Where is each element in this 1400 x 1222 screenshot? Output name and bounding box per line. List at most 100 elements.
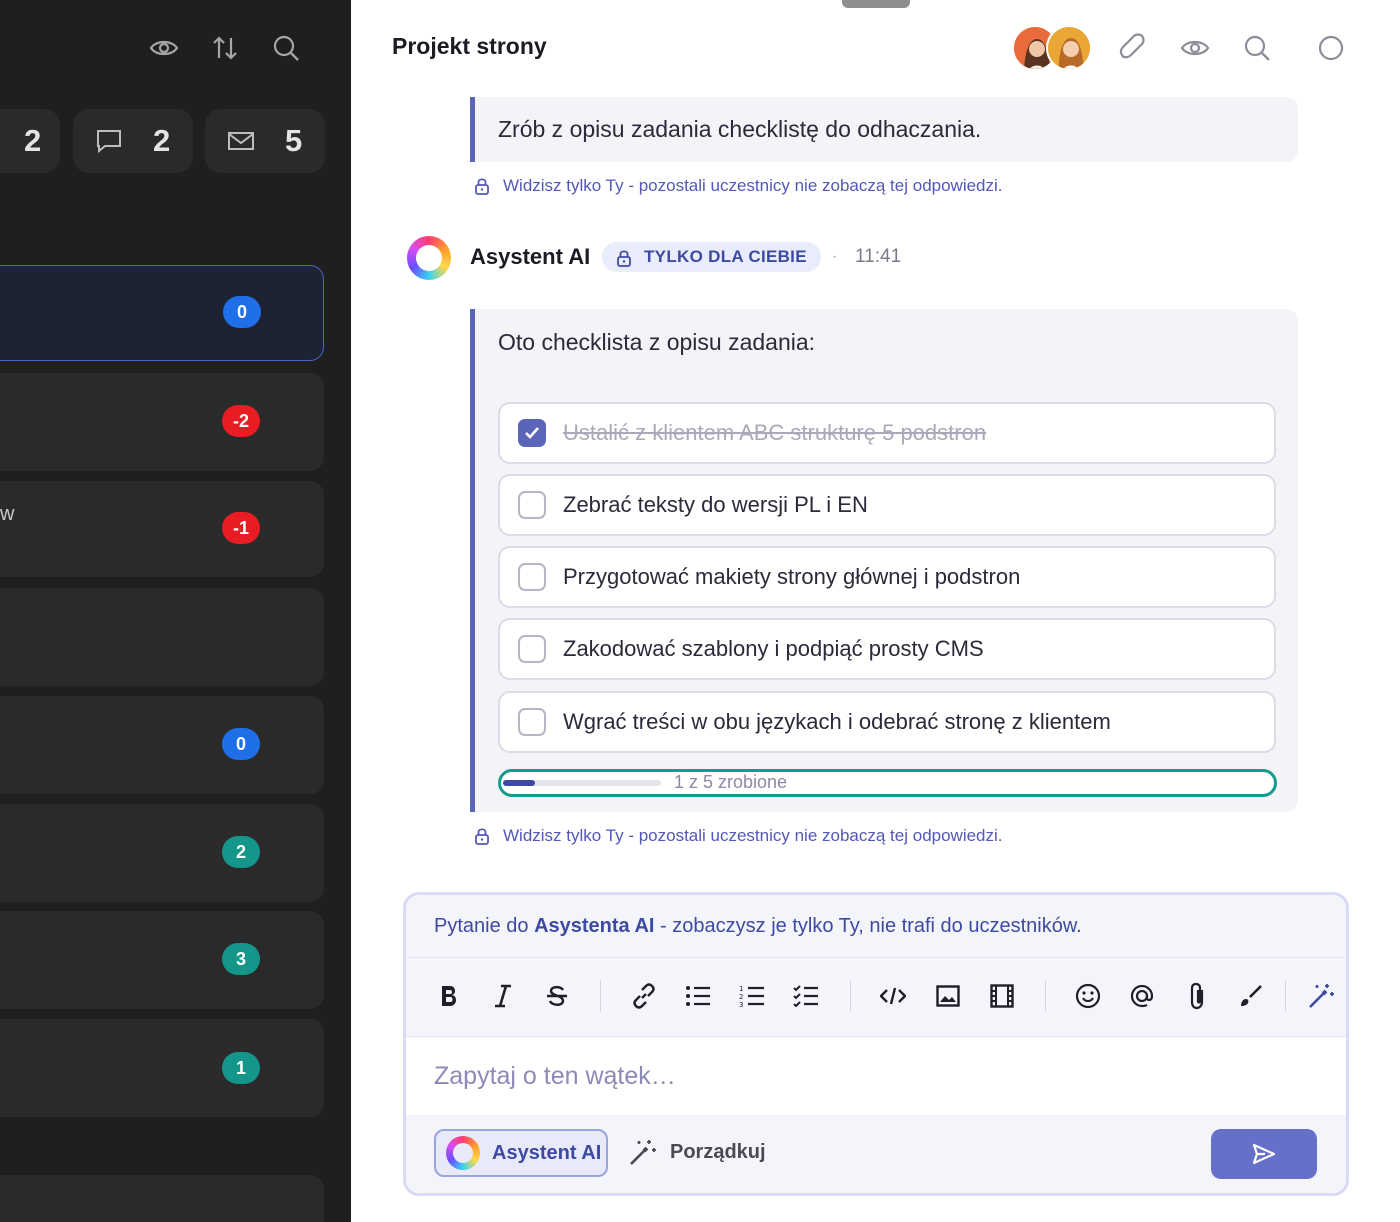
list-item[interactable] [0,1175,324,1222]
link-icon[interactable] [628,980,660,1012]
ai-answer-message: Oto checklista z opisu zadania: Ustalić … [470,309,1298,812]
checkbox-checked[interactable] [518,419,546,447]
toolbar-separator [600,980,601,1012]
checklist-item[interactable]: Zebrać teksty do wersji PL i EN [498,474,1276,536]
attachment-icon[interactable] [1116,31,1150,65]
attachment-icon[interactable] [1181,980,1213,1012]
ai-assistant-button-label: Asystent AI [492,1141,602,1164]
left-panel: 2 2 5 0 -2 -1 w 0 2 3 1 [0,0,351,1222]
separator-dot: · [832,248,838,265]
checklist-item-text: Wgrać treści w obu językach i odebrać st… [563,709,1111,734]
bullet-list-icon[interactable] [682,980,714,1012]
checklist-item-text: Zakodować szablony i podpiąć prosty CMS [563,636,984,661]
composer-hint: Pytanie do Asystenta AI - zobaczysz je t… [406,895,1346,957]
hint-prefix: Pytanie do [434,914,535,937]
ai-question-input[interactable]: Zapytaj o ten wątek… [406,1037,1346,1115]
stat-comments[interactable]: 2 [73,109,193,173]
composer-actions: Asystent AI Porządkuj [406,1115,1346,1193]
message-time: 11:41 [855,246,902,267]
checkbox[interactable] [518,635,546,663]
sort-icon[interactable] [209,32,241,64]
status-circle-icon[interactable] [1314,31,1348,65]
toolbar-separator [1285,980,1286,1012]
count-badge: -1 [222,512,260,544]
send-button[interactable] [1211,1129,1317,1179]
bold-icon[interactable] [433,980,465,1012]
checklist-item-text: Przygotować makiety strony głównej i pod… [563,564,1021,589]
avatar[interactable] [1046,25,1092,71]
ai-question-composer: Pytanie do Asystenta AI - zobaczysz je t… [403,892,1349,1196]
list-item[interactable]: -2 [0,373,324,471]
ai-assistant-button[interactable]: Asystent AI [434,1129,608,1177]
code-icon[interactable] [877,980,909,1012]
drag-handle[interactable] [842,0,910,8]
magic-wand-icon [628,1137,658,1167]
checkbox[interactable] [518,563,546,591]
list-item[interactable]: 0 [0,265,324,361]
checklist-item[interactable]: Wgrać treści w obu językach i odebrać st… [498,691,1276,753]
brush-icon[interactable] [1235,980,1267,1012]
emoji-icon[interactable] [1072,980,1104,1012]
lock-icon [474,177,492,195]
tidy-button[interactable]: Porządkuj [628,1137,766,1167]
list-item[interactable]: 0 [0,696,324,794]
mail-icon [227,127,255,155]
prompt-text: Zrób z opisu zadania checklistę do odhac… [498,116,982,142]
checklist-icon[interactable] [790,980,822,1012]
hint-suffix: - zobaczysz je tylko Ty, nie trafi do uc… [654,914,1082,937]
answer-lead-text: Oto checklista z opisu zadania: [498,329,816,355]
stat-mail[interactable]: 5 [205,109,325,173]
list-item[interactable] [0,588,324,686]
checklist-item[interactable]: Ustalić z klientem ABC strukturę 5 podst… [498,402,1276,464]
checkbox[interactable] [518,491,546,519]
search-icon[interactable] [270,32,302,64]
private-note-text: Widzisz tylko Ty - pozostali uczestnicy … [503,176,1003,195]
hint-bold: Asystenta AI [534,914,655,937]
list-item[interactable]: -1 [0,481,324,577]
page-title: Projekt strony [392,33,547,59]
checklist-item[interactable]: Przygotować makiety strony głównej i pod… [498,546,1276,608]
eye-icon[interactable] [148,32,180,64]
progress-fill [503,780,535,786]
video-icon[interactable] [986,980,1018,1012]
toolbar-separator [1045,980,1046,1012]
count-badge: 2 [222,836,260,868]
count-badge: 0 [222,728,260,760]
count-badge: -2 [222,405,260,437]
list-item[interactable]: 3 [0,911,324,1009]
mention-icon[interactable] [1126,980,1158,1012]
svg-text:1: 1 [739,985,743,993]
count-badge: 1 [222,1052,260,1084]
formatting-toolbar: 123 [406,957,1346,1037]
checkbox[interactable] [518,708,546,736]
stat-value: 2 [153,123,171,158]
italic-icon[interactable] [487,980,519,1012]
ai-assistant-logo-icon [446,1136,480,1170]
numbered-list-icon[interactable]: 123 [736,980,768,1012]
user-prompt-message: Zrób z opisu zadania checklistę do odhac… [470,97,1298,162]
lock-icon [616,249,632,267]
count-badge: 3 [222,943,260,975]
magic-wand-icon[interactable] [1305,980,1337,1012]
eye-icon[interactable] [1178,31,1212,65]
search-icon[interactable] [1240,31,1274,65]
send-icon [1252,1143,1276,1165]
tidy-button-label: Porządkuj [670,1140,766,1163]
count-badge: 0 [223,296,261,328]
lock-icon [474,827,492,845]
stat-checklist[interactable]: 2 [0,109,60,173]
private-note: Widzisz tylko Ty - pozostali uczestnicy … [474,176,1003,196]
progress-track [503,780,661,786]
stat-value: 5 [285,123,303,158]
checklist-item[interactable]: Zakodować szablony i podpiąć prosty CMS [498,618,1276,680]
input-placeholder: Zapytaj o ten wątek… [434,1061,676,1090]
checklist-item-text: Ustalić z klientem ABC strukturę 5 podst… [563,420,987,445]
image-icon[interactable] [932,980,964,1012]
list-item[interactable]: 2 [0,804,324,902]
list-item-text: w [0,503,15,525]
only-for-you-badge: TYLKO DLA CIEBIE [602,242,821,272]
svg-text:2: 2 [739,993,743,1001]
list-item[interactable]: 1 [0,1019,324,1117]
strikethrough-icon[interactable] [541,980,573,1012]
private-note: Widzisz tylko Ty - pozostali uczestnicy … [474,826,1003,846]
